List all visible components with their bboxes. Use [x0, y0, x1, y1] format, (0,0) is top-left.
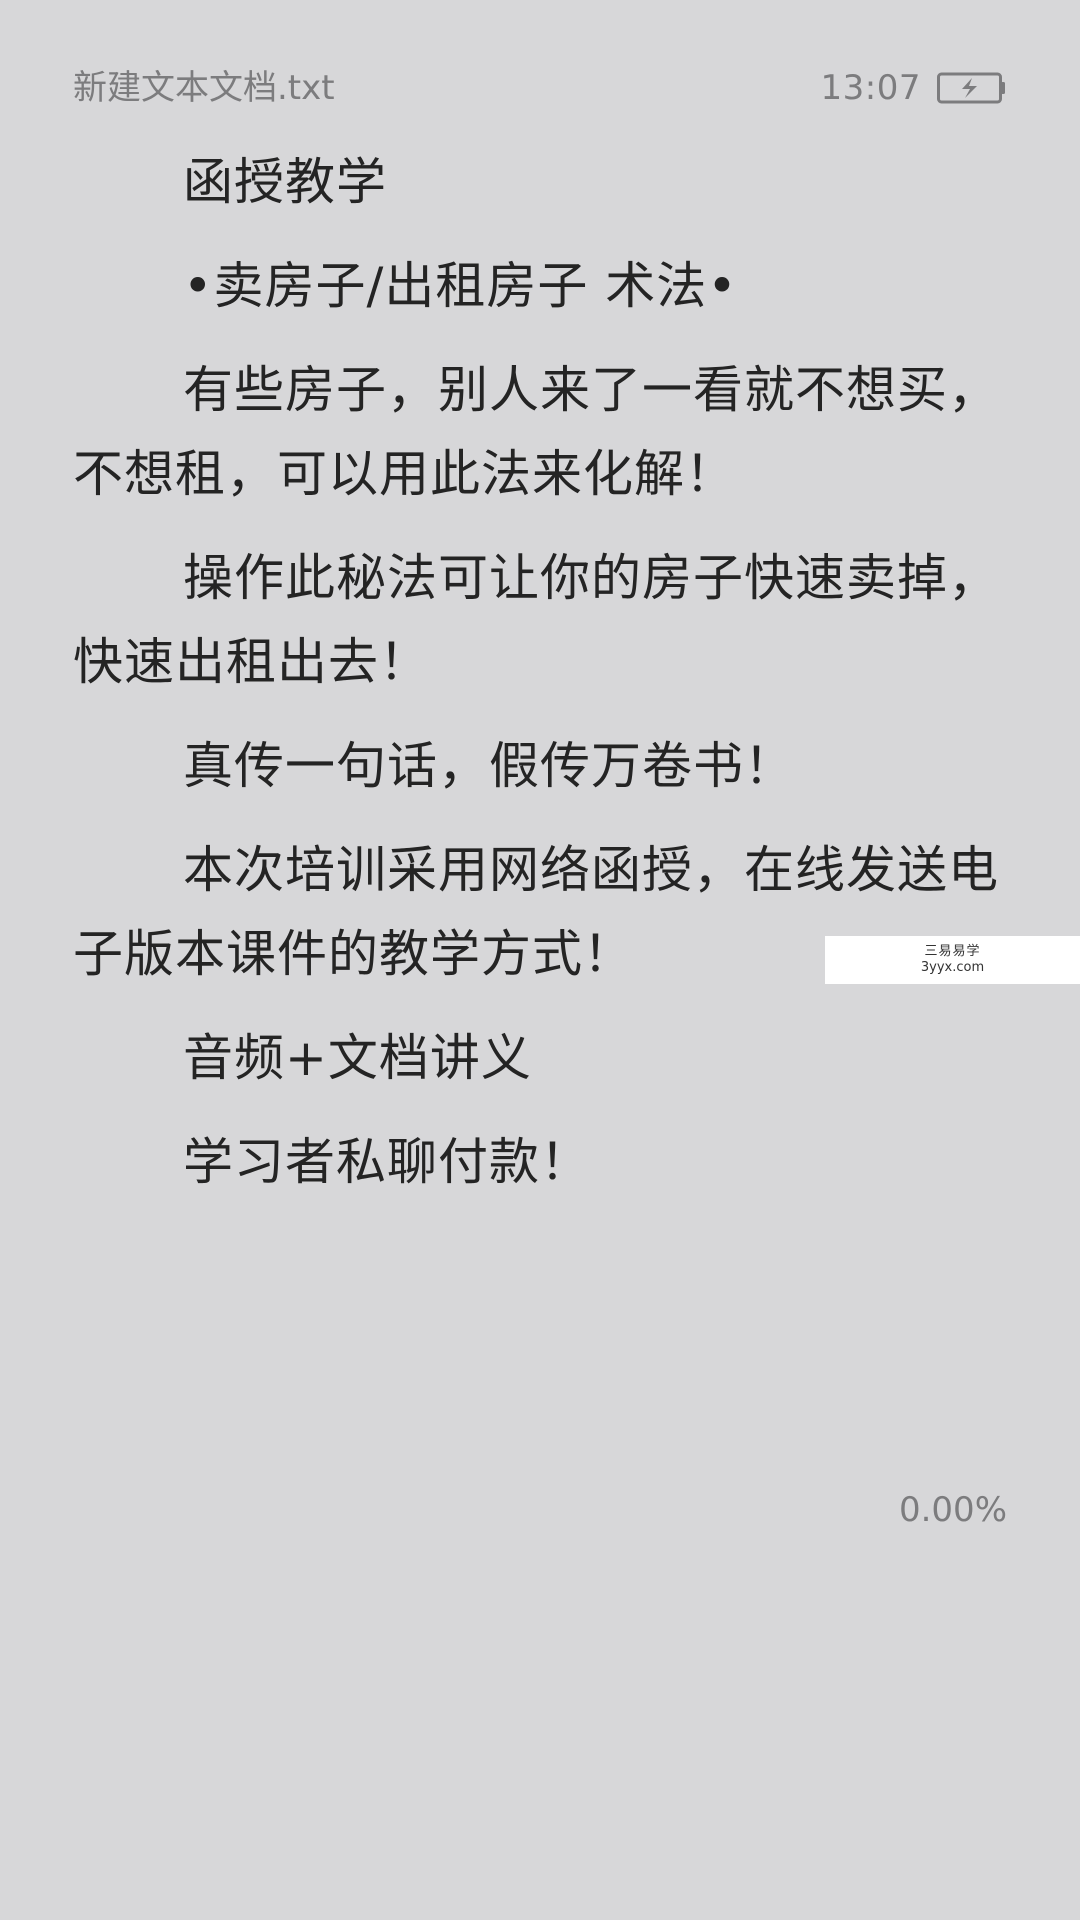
watermark-line2: 3yyx.com — [920, 960, 985, 975]
content-paragraph: 有些房子，别人来了一看就不想买，不想租，可以用此法来化解！ — [73, 361, 999, 503]
site-watermark: 三易易学 3yyx.com — [825, 936, 1080, 984]
content-paragraph: 真传一句话，假传万卷书！ — [183, 737, 795, 795]
content-paragraph: 学习者私聊付款！ — [183, 1133, 591, 1191]
document-title: 新建文本文档.txt — [73, 68, 335, 108]
reader-content: 函授教学 •卖房子/出租房子 术法• 有些房子，别人来了一看就不想买，不想租，可… — [73, 140, 1007, 1224]
content-paragraph: 函授教学 — [183, 153, 387, 211]
watermark-line1: 三易易学 — [924, 944, 981, 960]
clock: 13:07 — [820, 68, 921, 108]
battery-charging-icon — [937, 72, 1005, 104]
status-bar: 新建文本文档.txt 13:07 — [73, 60, 1007, 116]
content-paragraph: 操作此秘法可让你的房子快速卖掉，快速出租出去！ — [73, 549, 999, 691]
status-right: 13:07 — [821, 60, 1007, 116]
content-paragraph: •卖房子/出租房子 术法• — [183, 257, 738, 315]
reading-progress: 0.00% — [898, 1490, 1007, 1530]
content-paragraph: 音频+文档讲义 — [183, 1029, 532, 1087]
